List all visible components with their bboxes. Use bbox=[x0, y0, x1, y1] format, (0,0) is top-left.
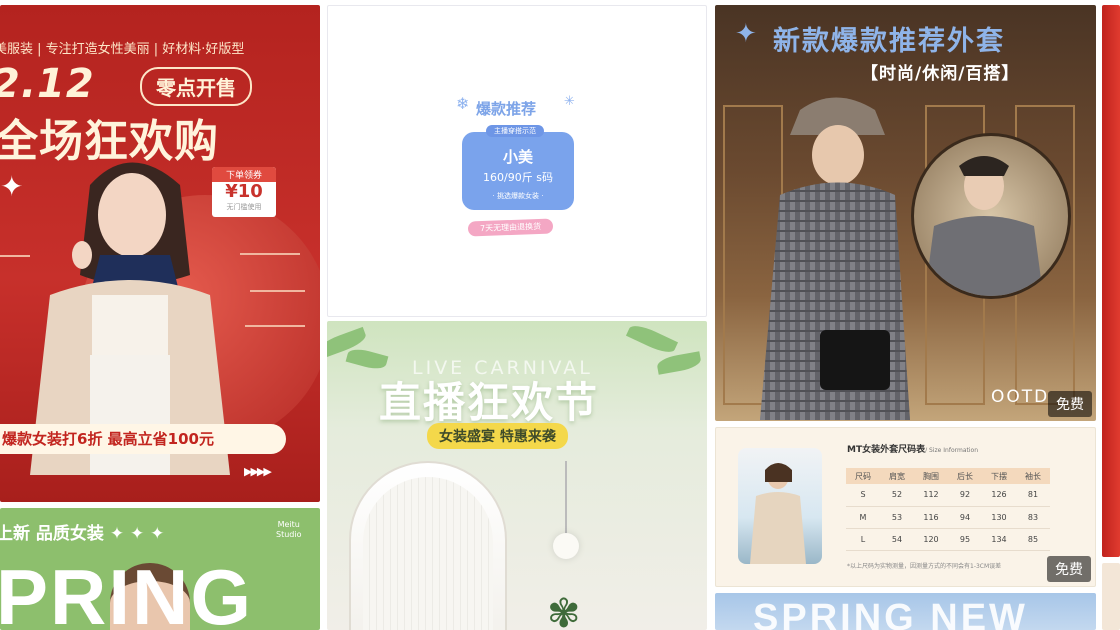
template-card-outfit[interactable]: ✦ 新款爆款推荐外套 【时尚/休闲/百搭】 OOTD 免费 bbox=[715, 5, 1096, 421]
host-info-box: 小美 160/90斤 s码 · 挑选爆款女装 · bbox=[462, 132, 574, 210]
template-card-spring[interactable]: 上新 品质女装 ✦ ✦ ✦ Meitu Studio PRING bbox=[0, 508, 320, 630]
model-photo bbox=[760, 97, 910, 420]
size-cell: 81 bbox=[1016, 484, 1050, 507]
lamp-icon bbox=[553, 533, 579, 559]
host-stats: 160/90斤 s码 bbox=[483, 171, 553, 184]
spring-new-title: SPRING NEW bbox=[753, 597, 1028, 630]
spring-big-text: PRING bbox=[0, 553, 254, 630]
sparkle-icon: ✦ bbox=[735, 19, 757, 49]
size-cell: 83 bbox=[1016, 506, 1050, 529]
snowflake-icon: ❄ bbox=[456, 94, 470, 113]
free-badge: 免费 bbox=[1048, 391, 1092, 417]
coupon-tag: 下单领券 ¥10 无门槛使用 bbox=[212, 167, 276, 217]
size-note: *以上尺码为实物测量，因测量方式的不同会有1-3CM误差 bbox=[847, 563, 1002, 570]
leaf-decor bbox=[655, 351, 703, 375]
discount-banner: 爆款女装打6折 最高立省100元 bbox=[0, 424, 286, 454]
template-card-size-chart[interactable]: MT女装外套尺码表/ Size Information 尺码 肩宽 胸围 后长 … bbox=[715, 427, 1096, 587]
size-cell: 134 bbox=[982, 528, 1016, 551]
template-grid: 美服装 | 专注打造女性美丽 | 好材料·好版型 2.12 零点开售 全场狂欢购… bbox=[0, 0, 1120, 630]
size-header: 后长 bbox=[948, 468, 982, 484]
decor-stripe bbox=[0, 255, 30, 257]
size-cell: L bbox=[846, 528, 880, 551]
host-name: 小美 bbox=[502, 148, 533, 166]
plant-icon: ✾ bbox=[547, 591, 581, 630]
free-badge: 免费 bbox=[1047, 556, 1091, 582]
size-cell: 130 bbox=[982, 506, 1016, 529]
spring-title: 上新 品质女装 ✦ ✦ ✦ bbox=[0, 524, 165, 544]
studio-logo: Meitu Studio bbox=[276, 520, 302, 539]
size-cell: M bbox=[846, 506, 880, 529]
outfit-subtitle: 【时尚/休闲/百搭】 bbox=[861, 64, 1020, 84]
size-header: 尺码 bbox=[846, 468, 880, 484]
size-cell: 120 bbox=[914, 528, 948, 551]
size-cell: 52 bbox=[880, 484, 914, 507]
host-desc: · 挑选爆款女装 · bbox=[492, 192, 544, 200]
leaf-decor bbox=[625, 321, 679, 357]
size-header: 肩宽 bbox=[880, 468, 914, 484]
size-header: 胸围 bbox=[914, 468, 948, 484]
sale-start-pill: 零点开售 bbox=[140, 67, 252, 106]
arrow-icons: ▶▶▶▶ bbox=[244, 465, 272, 478]
template-card-hot-recommend[interactable]: ❄ 爆款推荐 ✳ 小美 160/90斤 s码 · 挑选爆款女装 · 主播穿搭示范… bbox=[327, 5, 707, 317]
table-row: L 54 120 95 134 85 bbox=[846, 528, 1050, 551]
decor-stripe bbox=[245, 325, 305, 327]
size-chart-title: MT女装外套尺码表/ Size Information bbox=[847, 445, 978, 455]
size-cell: 53 bbox=[880, 506, 914, 529]
live-subtitle: 女装盛宴 特惠来袭 bbox=[427, 423, 568, 449]
model-photo bbox=[738, 448, 822, 564]
table-row: S 52 112 92 126 81 bbox=[846, 484, 1050, 507]
template-card-1212-sale[interactable]: 美服装 | 专注打造女性美丽 | 好材料·好版型 2.12 零点开售 全场狂欢购… bbox=[0, 5, 320, 502]
coupon-value: ¥10 bbox=[225, 181, 263, 202]
return-policy-pill: 7天无理由退换货 bbox=[467, 218, 554, 237]
size-header: 下摆 bbox=[982, 468, 1016, 484]
brand-tagline: 美服装 | 专注打造女性美丽 | 好材料·好版型 bbox=[0, 42, 245, 57]
ootd-label: OOTD bbox=[991, 387, 1050, 407]
template-card-spring-new[interactable]: SPRING NEW bbox=[715, 593, 1096, 630]
outfit-title: 新款爆款推荐外套 bbox=[773, 26, 1005, 57]
mirror-photo bbox=[911, 133, 1071, 299]
size-table: 尺码 肩宽 胸围 后长 下摆 袖长 S 52 112 92 126 81 M 5… bbox=[846, 468, 1050, 551]
curtain bbox=[363, 477, 493, 630]
size-cell: 126 bbox=[982, 484, 1016, 507]
snowflake-icon: ✳ bbox=[564, 94, 575, 109]
size-cell: 112 bbox=[914, 484, 948, 507]
size-cell: S bbox=[846, 484, 880, 507]
arch-window bbox=[349, 461, 507, 630]
coupon-title: 下单领券 bbox=[212, 167, 276, 182]
coupon-sub: 无门槛使用 bbox=[226, 203, 262, 211]
size-header: 袖长 bbox=[1016, 468, 1050, 484]
size-cell: 54 bbox=[880, 528, 914, 551]
host-pill: 主播穿搭示范 bbox=[486, 125, 544, 137]
template-card-live-carnival[interactable]: LIVE CARNIVAL 直播狂欢节 女装盛宴 特惠来袭 ✾ bbox=[327, 321, 707, 630]
sparkle-icon: ✦ bbox=[0, 170, 24, 203]
size-cell: 95 bbox=[948, 528, 982, 551]
live-title: 直播狂欢节 bbox=[379, 378, 600, 427]
hot-recommend-title: 爆款推荐 bbox=[476, 100, 537, 118]
template-card-partial[interactable] bbox=[1102, 5, 1120, 557]
size-cell: 85 bbox=[1016, 528, 1050, 551]
sale-date: 2.12 bbox=[0, 61, 95, 107]
table-row: M 53 116 94 130 83 bbox=[846, 506, 1050, 529]
size-cell: 92 bbox=[948, 484, 982, 507]
size-cell: 116 bbox=[914, 506, 948, 529]
decor-stripe bbox=[240, 253, 300, 255]
template-card-partial[interactable] bbox=[1102, 563, 1120, 630]
size-cell: 94 bbox=[948, 506, 982, 529]
lamp-wire bbox=[565, 461, 567, 536]
decor-stripe bbox=[250, 290, 305, 292]
